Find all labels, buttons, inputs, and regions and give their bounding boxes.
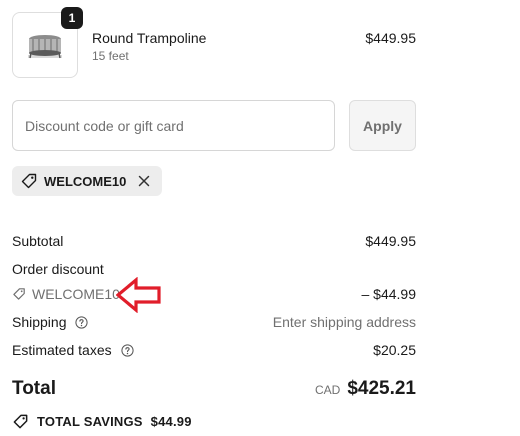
applied-discount-chip: WELCOME10 (12, 166, 163, 196)
annotation-arrow-icon (116, 277, 161, 313)
discount-code-line: WELCOME10 (12, 286, 120, 302)
taxes-value: $20.25 (373, 342, 416, 358)
discount-code-text: WELCOME10 (32, 286, 120, 302)
savings-label: TOTAL SAVINGS (37, 414, 143, 429)
order-discount-row: WELCOME10 – $44.99 (12, 286, 416, 304)
tag-icon (13, 288, 25, 300)
discount-value: – $44.99 (361, 286, 417, 302)
total-amount: $425.21 (347, 378, 416, 399)
subtotal-label: Subtotal (12, 233, 64, 249)
shipping-value: Enter shipping address (272, 314, 416, 330)
order-discount-label-row: Order discount (12, 261, 416, 277)
applied-code-label: WELCOME10 (44, 173, 127, 189)
subtotal-value: $449.95 (365, 233, 416, 249)
product-variant: 15 feet (92, 49, 129, 63)
remove-discount-button[interactable] (136, 173, 152, 189)
tag-icon (21, 173, 37, 189)
product-name: Round Trampoline (92, 30, 207, 46)
close-icon (139, 175, 150, 187)
product-price: $449.95 (365, 30, 416, 46)
savings-amount: $44.99 (150, 414, 192, 429)
total-label: Total (12, 378, 56, 399)
cart-line-item: 1 Round Trampoline 15 feet $449.95 (12, 7, 416, 78)
taxes-label: Estimated taxes (12, 342, 112, 358)
discount-code-input[interactable] (12, 100, 335, 151)
total-savings: TOTAL SAVINGS $44.99 (12, 413, 192, 430)
apply-button[interactable]: Apply (349, 100, 416, 151)
help-icon[interactable] (120, 344, 134, 357)
taxes-row: Estimated taxes $20.25 (12, 342, 416, 358)
tag-icon (13, 414, 28, 429)
shipping-row: Shipping Enter shipping address (12, 314, 416, 330)
help-icon[interactable] (75, 316, 88, 329)
total-amount-group: CAD $425.21 (315, 378, 416, 400)
currency-code: CAD (314, 383, 341, 397)
order-discount-label: Order discount (12, 261, 104, 277)
subtotal-row: Subtotal $449.95 (12, 233, 416, 249)
quantity-badge: 1 (61, 7, 83, 29)
shipping-label: Shipping (12, 314, 67, 330)
